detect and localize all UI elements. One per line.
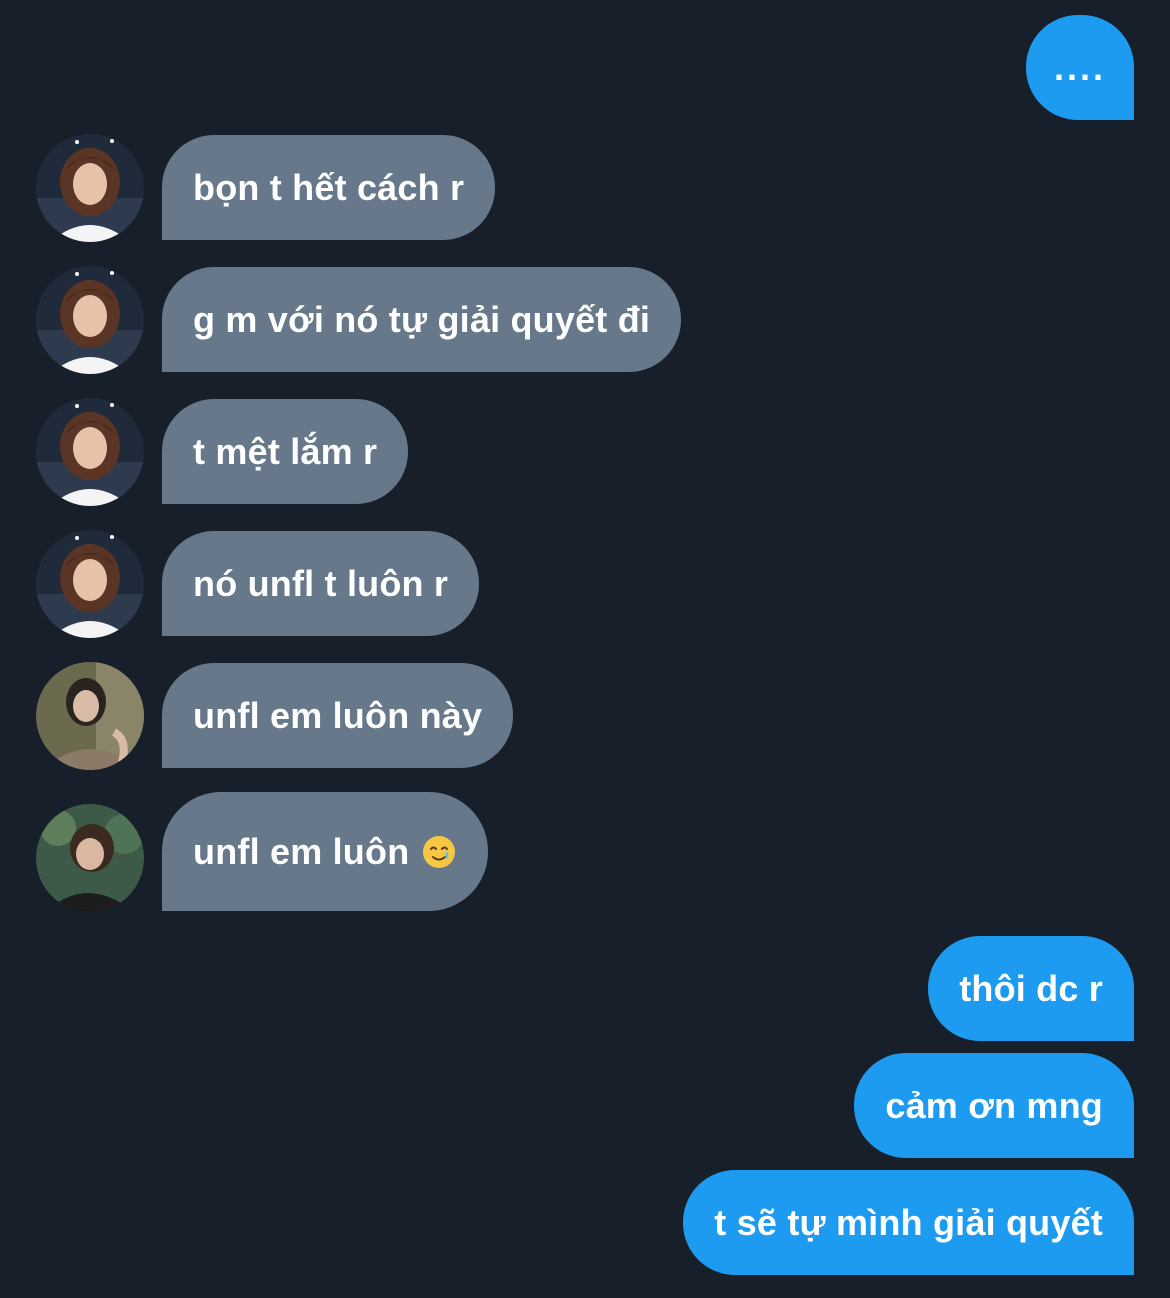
- message-bubble-incoming[interactable]: unfl em luôn này: [162, 663, 514, 768]
- message-text: g m với nó tự giải quyết đi: [193, 298, 651, 340]
- message-bubble-outgoing[interactable]: cảm ơn mng: [854, 1053, 1134, 1158]
- message-text: ....: [1053, 46, 1106, 88]
- smiling-face-with-tear-emoji: [421, 834, 457, 870]
- sender-avatar[interactable]: [36, 530, 144, 638]
- message-bubble-incoming[interactable]: t mệt lắm r: [162, 399, 409, 504]
- avatar-image: [36, 398, 144, 506]
- message-bubble-outgoing[interactable]: thôi dc r: [928, 936, 1134, 1041]
- message-text: nó unfl t luôn r: [193, 562, 449, 604]
- message-text: unfl em luôn này: [193, 694, 483, 736]
- sender-avatar[interactable]: [36, 266, 144, 374]
- message-text: bọn t hết cách r: [193, 166, 465, 208]
- message-bubble-incoming[interactable]: unfl em luôn: [162, 792, 489, 911]
- message-bubble-incoming[interactable]: bọn t hết cách r: [162, 135, 496, 240]
- message-bubble-outgoing[interactable]: t sẽ tự mình giải quyết: [683, 1170, 1134, 1275]
- message-text: thôi dc r: [959, 967, 1103, 1009]
- message-text: cảm ơn mng: [885, 1084, 1103, 1126]
- avatar-image: [36, 266, 144, 374]
- avatar-image: [36, 804, 144, 912]
- avatar-image: [36, 134, 144, 242]
- message-bubble-incoming[interactable]: nó unfl t luôn r: [162, 531, 480, 636]
- message-text: t mệt lắm r: [193, 430, 378, 472]
- sender-avatar[interactable]: [36, 804, 144, 912]
- message-text: unfl em luôn: [193, 830, 410, 872]
- message-bubble-outgoing[interactable]: ....: [1026, 15, 1134, 120]
- sender-avatar[interactable]: [36, 134, 144, 242]
- sender-avatar[interactable]: [36, 398, 144, 506]
- avatar-image: [36, 662, 144, 770]
- message-text: t sẽ tự mình giải quyết: [714, 1201, 1103, 1243]
- avatar-image: [36, 530, 144, 638]
- message-bubble-incoming[interactable]: g m với nó tự giải quyết đi: [162, 267, 682, 372]
- sender-avatar[interactable]: [36, 662, 144, 770]
